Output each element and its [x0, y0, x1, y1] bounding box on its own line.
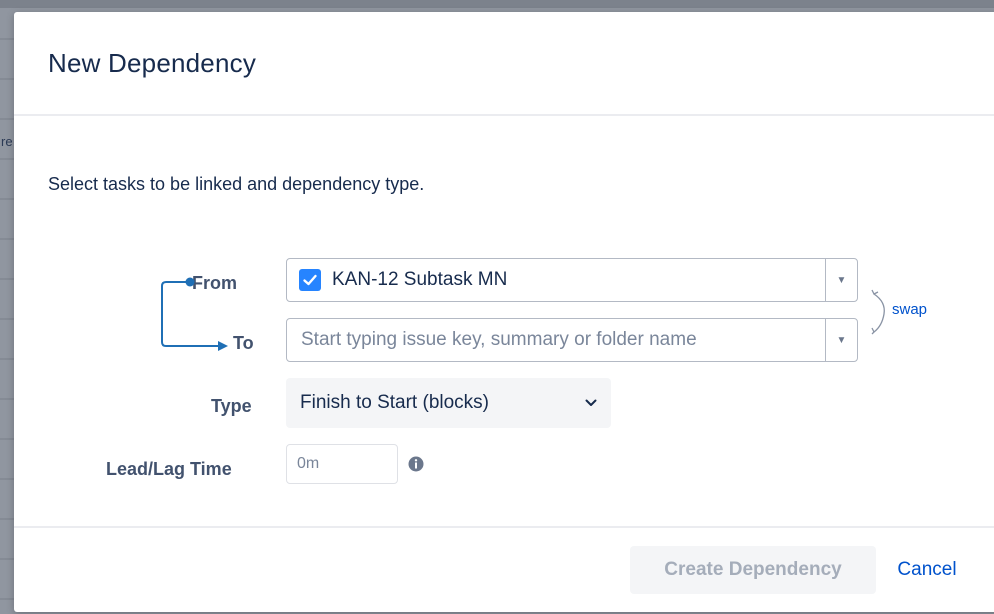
swap-link[interactable]: swap	[892, 301, 927, 318]
caret-down-icon: ▼	[836, 274, 847, 286]
from-task-select[interactable]: KAN-12 Subtask MN ▼	[286, 258, 858, 302]
lead-lag-input[interactable]	[286, 444, 398, 484]
create-dependency-button[interactable]: Create Dependency	[630, 546, 876, 594]
dialog-intro-text: Select tasks to be linked and dependency…	[48, 174, 425, 194]
dialog-footer: Create Dependency Cancel	[14, 526, 994, 612]
new-dependency-dialog: New Dependency Select tasks to be linked…	[14, 12, 994, 612]
to-task-select[interactable]: Start typing issue key, summary or folde…	[286, 318, 858, 362]
dependency-type-value: Finish to Start (blocks)	[300, 392, 489, 413]
lead-lag-label: Lead/Lag Time	[106, 459, 232, 479]
info-icon[interactable]	[408, 456, 424, 472]
to-label: To	[233, 333, 254, 353]
backdrop-top-bar	[0, 0, 994, 8]
link-arrow-icon	[161, 277, 228, 351]
to-task-placeholder: Start typing issue key, summary or folde…	[301, 329, 697, 350]
cancel-button[interactable]: Cancel	[882, 546, 972, 594]
caret-down-icon: ▼	[836, 334, 847, 346]
dependency-type-select[interactable]: Finish to Start (blocks)	[286, 378, 611, 428]
swap-arrows-icon[interactable]	[870, 288, 890, 336]
type-label: Type	[211, 396, 252, 416]
from-task-value-area[interactable]: KAN-12 Subtask MN	[287, 259, 825, 301]
chevron-down-icon	[571, 399, 611, 407]
to-dropdown-toggle[interactable]: ▼	[825, 319, 857, 361]
to-task-input-area[interactable]: Start typing issue key, summary or folde…	[287, 319, 825, 361]
from-task-value: KAN-12 Subtask MN	[332, 269, 508, 290]
dialog-header: New Dependency	[14, 12, 994, 116]
backdrop-text-fragment: re	[1, 134, 13, 149]
dialog-title: New Dependency	[48, 47, 257, 78]
from-dropdown-toggle[interactable]: ▼	[825, 259, 857, 301]
check-icon[interactable]	[299, 269, 321, 291]
